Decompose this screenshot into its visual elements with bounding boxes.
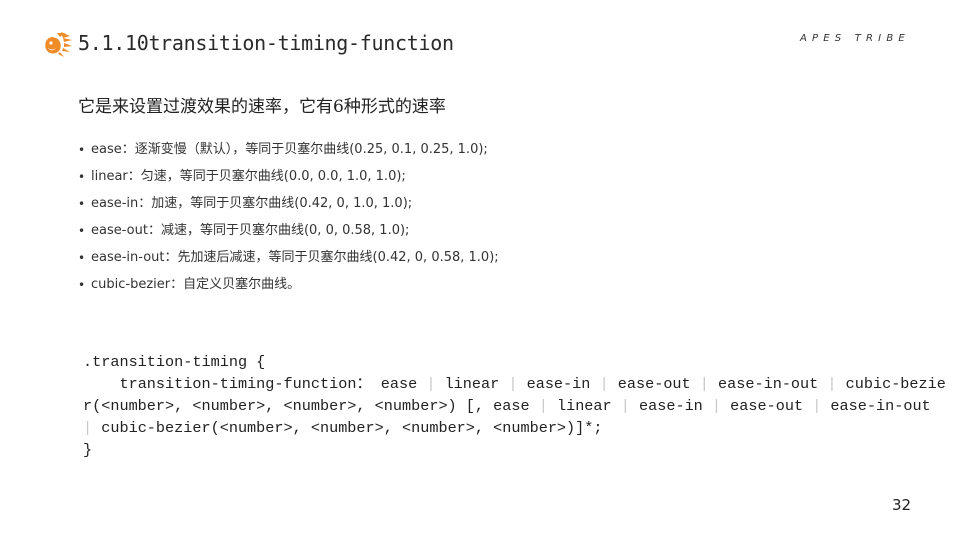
list-item-text: linear：匀速，等同于贝塞尔曲线(0.0, 0.0, 1.0, 1.0); — [91, 169, 406, 184]
bullet-icon: • — [78, 197, 86, 211]
list-item: • ease-out：减速，等同于贝塞尔曲线(0, 0, 0.58, 1.0); — [78, 220, 499, 247]
code-separator: | — [702, 397, 731, 415]
code-value: ease-in — [639, 397, 703, 415]
code-separator: | — [417, 375, 445, 393]
code-value: ease-out — [617, 375, 691, 393]
code-value: ease-in — [526, 375, 591, 393]
code-value: linear — [444, 375, 500, 393]
bullet-icon: • — [78, 224, 86, 238]
bullet-list: • ease：逐渐变慢（默认），等同于贝塞尔曲线(0.25, 0.1, 0.25,… — [78, 139, 499, 301]
code-value: ease — [380, 375, 418, 393]
slide-title: 5.1.10transition-timing-function — [78, 31, 454, 55]
code-separator: | — [499, 375, 527, 393]
code-separator: | — [690, 375, 719, 393]
list-item-text: ease：逐渐变慢（默认），等同于贝塞尔曲线(0.25, 0.1, 0.25, … — [91, 142, 488, 157]
page-number: 32 — [892, 496, 912, 514]
lion-head-logo-icon — [45, 32, 72, 57]
bullet-icon: • — [78, 170, 86, 184]
list-item: • cubic-bezier：自定义贝塞尔曲线。 — [78, 274, 499, 301]
bullet-icon: • — [78, 278, 86, 292]
list-item-text: cubic-bezier：自定义贝塞尔曲线。 — [91, 277, 301, 292]
brand-logo-text: APES TRIBE — [800, 33, 910, 44]
list-item-text: ease-in：加速，等同于贝塞尔曲线(0.42, 0, 1.0, 1.0); — [91, 196, 413, 211]
intro-text: 它是来设置过渡效果的速率，它有6种形式的速率 — [78, 97, 446, 117]
code-value: ease-out — [730, 397, 804, 415]
list-item-text: ease-in-out：先加速后减速，等同于贝塞尔曲线(0.42, 0, 0.5… — [91, 250, 499, 265]
list-item: • ease：逐渐变慢（默认），等同于贝塞尔曲线(0.25, 0.1, 0.25,… — [78, 139, 499, 166]
code-separator: | — [803, 397, 831, 415]
code-bracket-close: ]*; — [575, 419, 603, 437]
code-separator: | — [818, 375, 846, 393]
code-close-brace: } — [83, 441, 93, 459]
list-item: • linear：匀速，等同于贝塞尔曲线(0.0, 0.0, 1.0, 1.0); — [78, 166, 499, 193]
code-value: linear — [556, 397, 612, 415]
code-block: .transition-timing { transition-timing-f… — [83, 351, 948, 461]
bullet-icon: • — [78, 251, 86, 265]
code-value: cubic-bezier(<number>, <number>, <number… — [101, 419, 576, 437]
list-item: • ease-in：加速，等同于贝塞尔曲线(0.42, 0, 1.0, 1.0); — [78, 193, 499, 220]
code-selector: .transition-timing { — [83, 353, 266, 371]
bullet-icon: • — [78, 143, 86, 157]
code-value: ease — [493, 397, 530, 415]
code-separator: | — [590, 375, 618, 393]
list-item-text: ease-out：减速，等同于贝塞尔曲线(0, 0, 0.58, 1.0); — [91, 223, 410, 238]
code-value: ease-in-out — [830, 397, 931, 415]
code-separator: | — [611, 397, 639, 415]
code-bracket-open: [, — [456, 397, 494, 415]
list-item: • ease-in-out：先加速后减速，等同于贝塞尔曲线(0.42, 0, 0.… — [78, 247, 499, 274]
code-separator: | — [529, 397, 557, 415]
code-value: ease-in-out — [718, 375, 819, 393]
code-property: transition-timing-function： — [119, 375, 372, 393]
